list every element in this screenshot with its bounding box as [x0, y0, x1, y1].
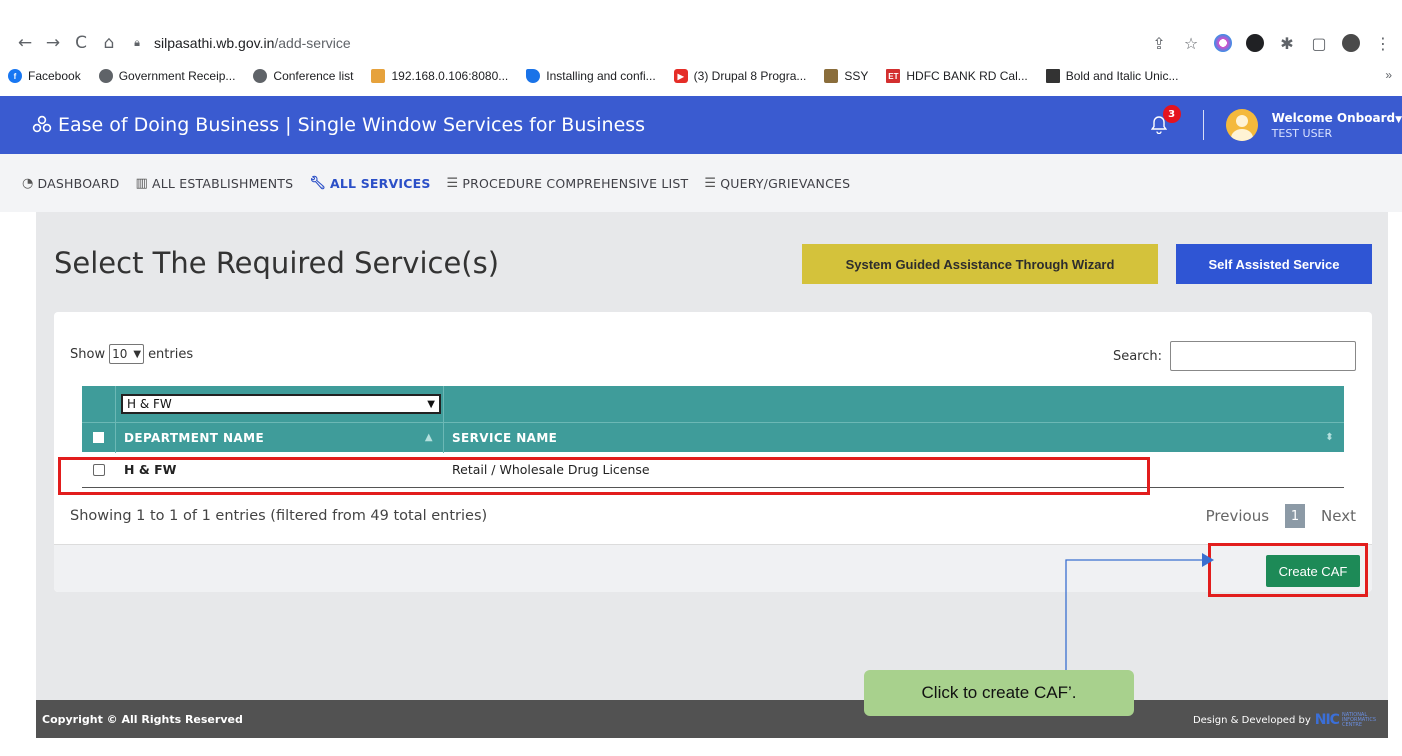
callout-note: Click to create CAF’. [864, 670, 1134, 716]
callout-connector [1065, 553, 1214, 670]
